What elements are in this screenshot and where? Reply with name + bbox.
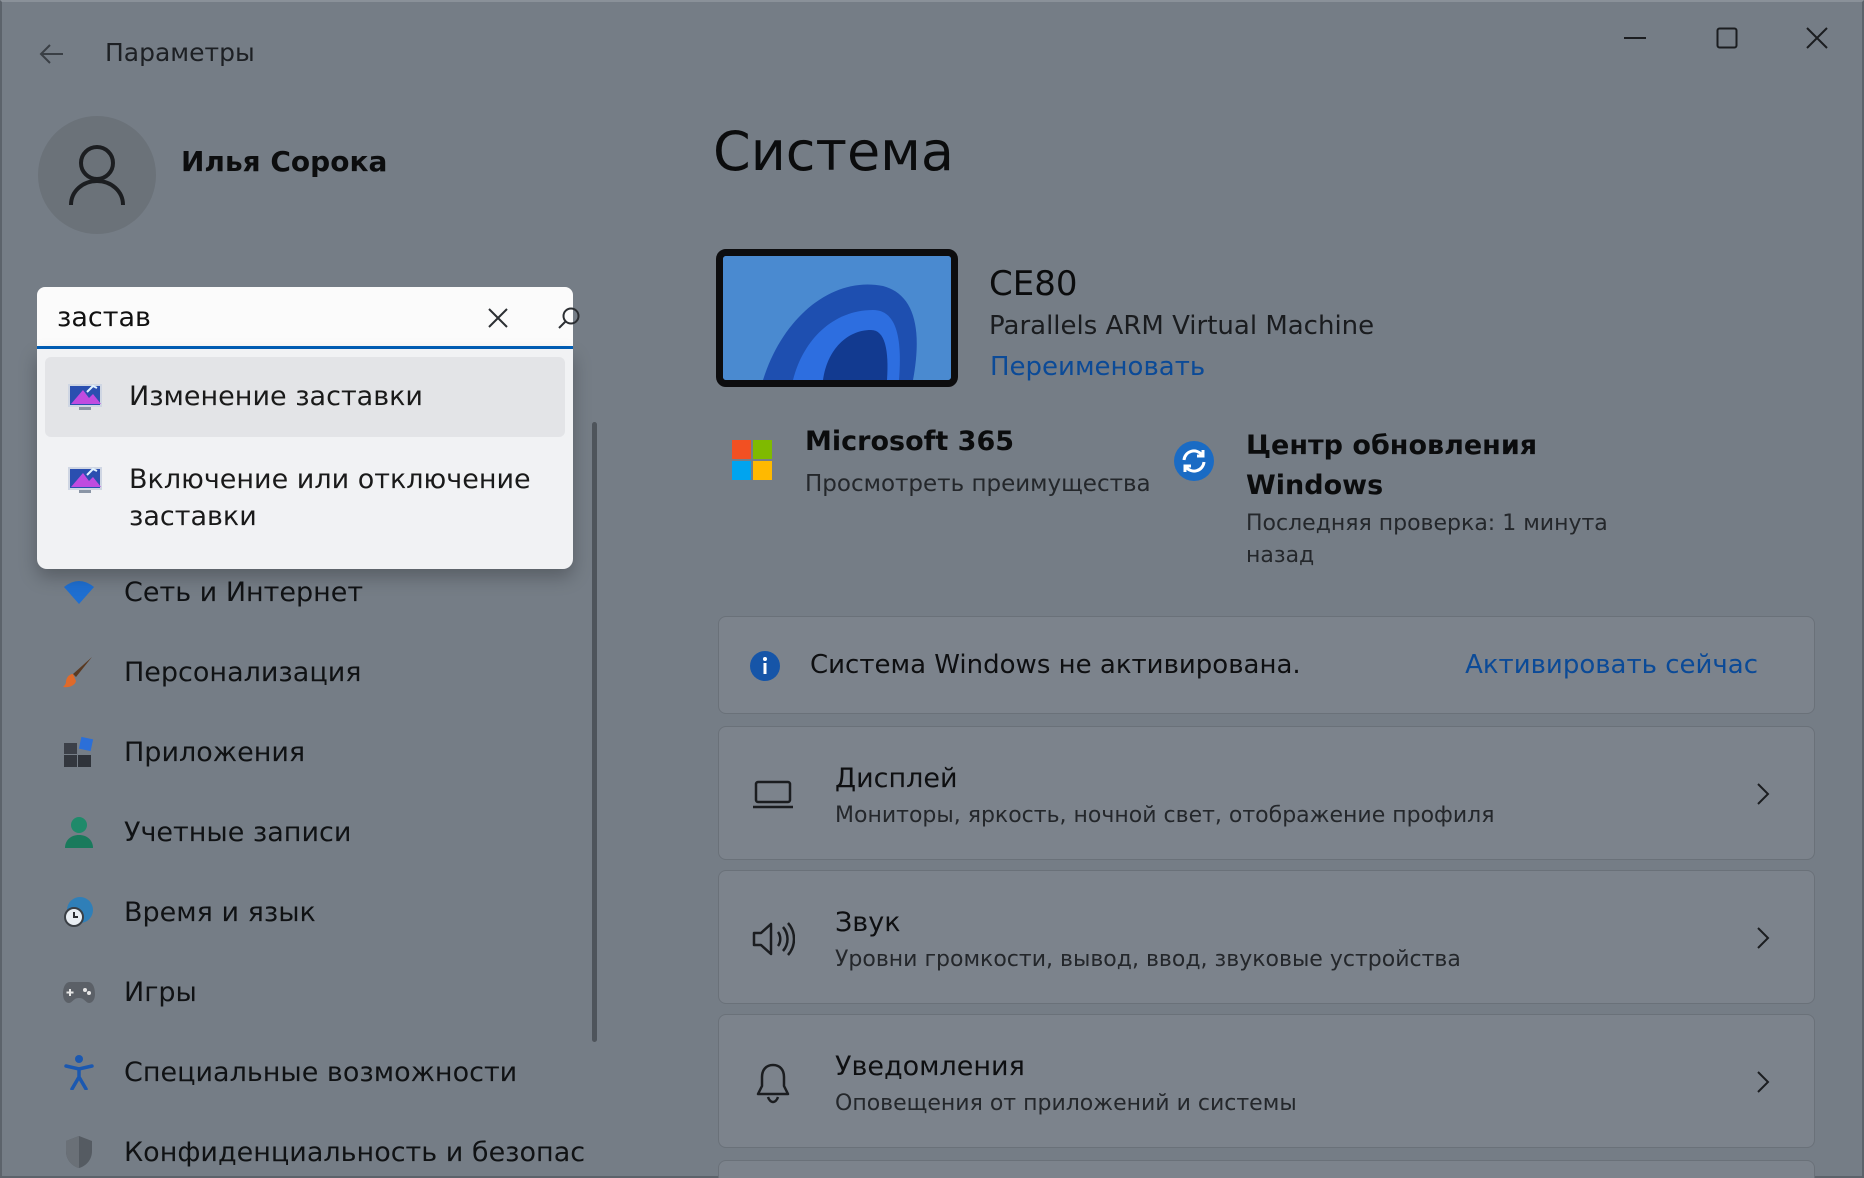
sidebar-item-accounts[interactable]: Учетные записи <box>54 802 574 862</box>
search-icon <box>558 307 580 329</box>
bell-icon <box>749 1059 797 1107</box>
user-name: Илья Сорока <box>181 145 388 178</box>
next-card-partial[interactable] <box>718 1160 1815 1178</box>
accessibility-icon <box>58 1051 100 1093</box>
activation-card: Система Windows не активирована. Активир… <box>718 616 1815 714</box>
monitor-icon <box>749 771 797 819</box>
speaker-icon <box>749 915 797 963</box>
card-title: Уведомления <box>835 1051 1025 1082</box>
close-icon <box>488 308 508 328</box>
screensaver-icon <box>68 467 102 493</box>
sidebar-item-gaming[interactable]: Игры <box>54 962 574 1022</box>
screensaver-icon <box>68 384 102 410</box>
device-thumbnail <box>716 249 958 387</box>
avatar[interactable] <box>38 116 156 234</box>
user-icon <box>69 145 125 206</box>
microsoft365-subtitle: Просмотреть преимущества <box>805 471 1151 497</box>
activation-message: Система Windows не активирована. <box>810 650 1301 680</box>
suggestion-item[interactable]: Изменение заставки <box>45 357 565 437</box>
sidebar-item-label: Игры <box>124 976 197 1008</box>
apps-icon <box>58 731 100 773</box>
windows-update-subtitle: Последняя проверка: 1 минута назад <box>1246 511 1608 568</box>
maximize-button[interactable] <box>1682 10 1772 66</box>
search-suggestions: Изменение заставки Включение или отключе… <box>37 349 573 569</box>
title-bar: Параметры <box>2 2 1862 102</box>
page-title: Система <box>713 120 954 183</box>
chevron-right-icon <box>1748 1065 1778 1099</box>
card-subtitle: Мониторы, яркость, ночной свет, отображе… <box>835 803 1495 828</box>
suggestion-label: Включение или отключение заставки <box>129 464 531 532</box>
sidebar-item-personalization[interactable]: Персонализация <box>54 642 574 702</box>
sidebar-item-label: Учетные записи <box>124 816 352 848</box>
close-icon <box>1806 27 1828 49</box>
microsoft-logo-icon[interactable] <box>732 440 772 480</box>
wallpaper-image <box>723 256 951 380</box>
maximize-icon <box>1716 27 1738 49</box>
search-input[interactable] <box>57 299 437 335</box>
card-subtitle: Оповещения от приложений и системы <box>835 1091 1297 1116</box>
sound-card[interactable]: Звук Уровни громкости, вывод, ввод, звук… <box>718 870 1815 1004</box>
app-title: Параметры <box>105 38 255 67</box>
back-button[interactable] <box>30 32 74 76</box>
search-box <box>37 287 580 349</box>
chevron-right-icon <box>1748 777 1778 811</box>
arrow-left-icon <box>39 44 63 64</box>
sidebar-item-label: Сеть и Интернет <box>124 576 364 608</box>
sidebar-item-label: Специальные возможности <box>124 1056 518 1088</box>
minimize-button[interactable] <box>1590 10 1680 66</box>
sidebar-item-apps[interactable]: Приложения <box>54 722 574 782</box>
gamepad-icon <box>58 971 100 1013</box>
settings-window: Параметры Илья Сорока Сеть и Интернет Пе… <box>0 0 1864 1178</box>
windows-update-title[interactable]: Центр обновления Windows <box>1246 426 1546 506</box>
sidebar-item-label: Приложения <box>124 736 306 768</box>
sidebar-item-network[interactable]: Сеть и Интернет <box>54 562 574 622</box>
card-title: Звук <box>835 907 901 938</box>
person-icon <box>58 811 100 853</box>
sidebar-item-accessibility[interactable]: Специальные возможности <box>54 1042 574 1102</box>
rename-link[interactable]: Переименовать <box>990 352 1205 382</box>
brush-icon <box>58 651 100 693</box>
windows-update-icon[interactable] <box>1173 440 1215 482</box>
wifi-icon <box>58 571 100 613</box>
globe-clock-icon <box>58 891 100 933</box>
sidebar-item-time-language[interactable]: Время и язык <box>54 882 574 942</box>
sidebar-item-label: Персонализация <box>124 656 362 688</box>
sidebar-item-label: Время и язык <box>124 896 316 928</box>
device-model: Parallels ARM Virtual Machine <box>989 311 1375 341</box>
sidebar-item-privacy[interactable]: Конфиденциальность и безопас <box>54 1122 585 1178</box>
minimize-icon <box>1624 37 1646 39</box>
suggestion-label: Изменение заставки <box>129 381 423 412</box>
microsoft365-title[interactable]: Microsoft 365 <box>805 426 1014 457</box>
notifications-card[interactable]: Уведомления Оповещения от приложений и с… <box>718 1014 1815 1148</box>
card-title: Дисплей <box>835 763 958 794</box>
search-button[interactable] <box>551 302 587 334</box>
sidebar-scrollbar[interactable] <box>592 422 597 1042</box>
card-subtitle: Уровни громкости, вывод, ввод, звуковые … <box>835 947 1461 972</box>
chevron-right-icon <box>1748 921 1778 955</box>
suggestion-item[interactable]: Включение или отключение заставки <box>45 459 565 559</box>
device-name: CE80 <box>989 264 1078 304</box>
close-button[interactable] <box>1772 10 1862 66</box>
shield-icon <box>58 1131 100 1173</box>
info-icon <box>750 651 780 681</box>
sidebar-item-label: Конфиденциальность и безопас <box>124 1136 586 1168</box>
clear-search-button[interactable] <box>480 302 516 334</box>
activate-now-button[interactable]: Активировать сейчас <box>1465 650 1758 680</box>
display-card[interactable]: Дисплей Мониторы, яркость, ночной свет, … <box>718 726 1815 860</box>
